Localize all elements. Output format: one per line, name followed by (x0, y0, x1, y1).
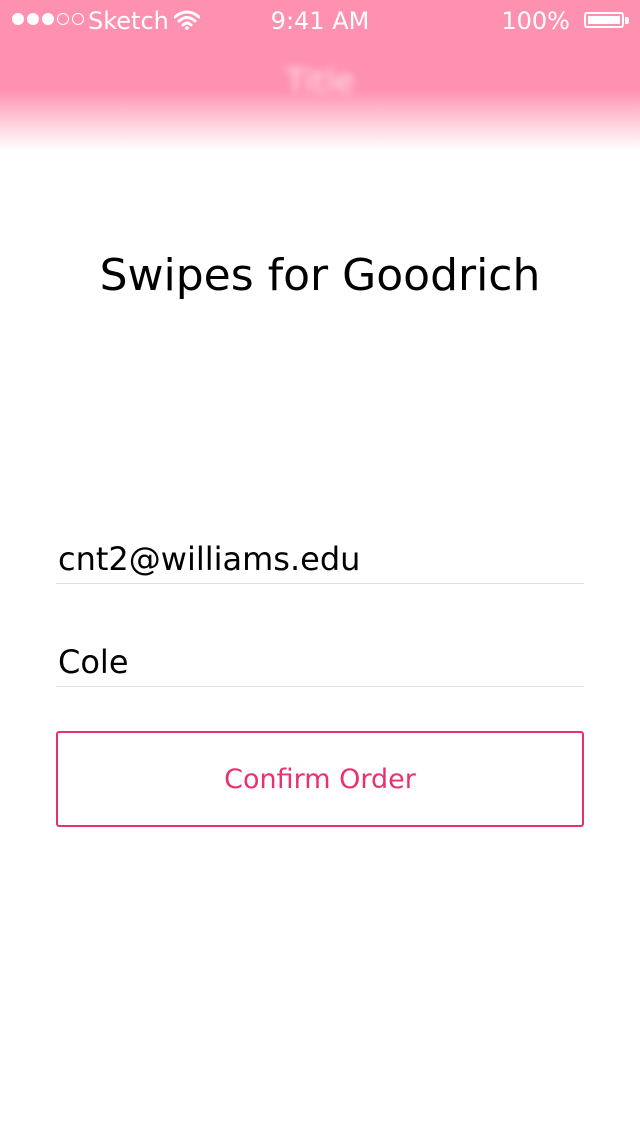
name-field[interactable] (56, 637, 584, 687)
page-title: Swipes for Goodrich (99, 250, 541, 301)
battery-icon (584, 12, 624, 28)
navigation-header: Sketch 9:41 AM 100% Title (0, 0, 640, 150)
battery-percentage: 100% (501, 7, 570, 35)
email-field[interactable] (56, 534, 584, 584)
battery-nub (625, 17, 629, 24)
status-bar: Sketch 9:41 AM 100% (0, 0, 640, 40)
nav-title: Title (285, 62, 355, 100)
confirm-order-button[interactable]: Confirm Order (56, 731, 584, 827)
